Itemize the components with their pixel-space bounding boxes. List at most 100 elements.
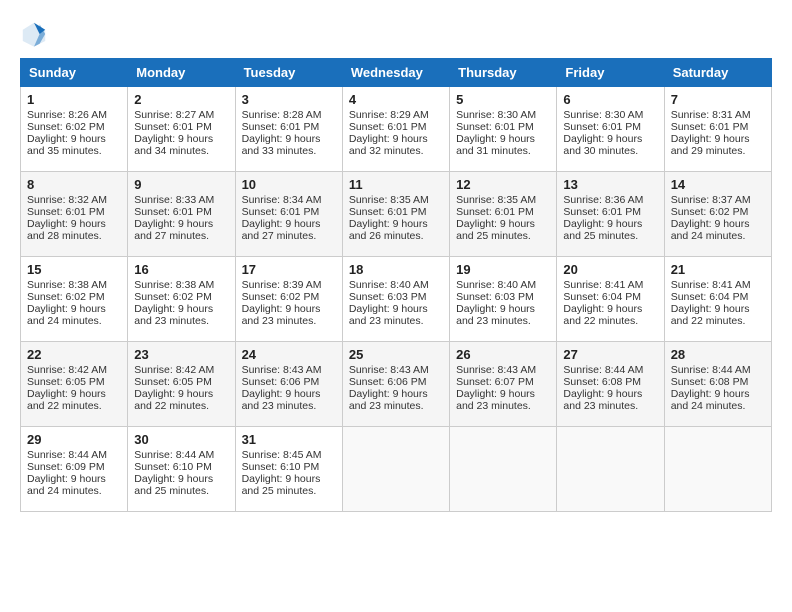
calendar-cell: [664, 427, 771, 512]
sunset: Sunset: 6:01 PM: [27, 206, 105, 218]
calendar-cell: 19Sunrise: 8:40 AMSunset: 6:03 PMDayligh…: [450, 257, 557, 342]
week-row-4: 22Sunrise: 8:42 AMSunset: 6:05 PMDayligh…: [21, 342, 772, 427]
day-number: 8: [27, 177, 121, 192]
calendar-cell: 4 Sunrise: 8:29 AMSunset: 6:01 PMDaylight…: [342, 87, 449, 172]
day-number: 4: [349, 92, 443, 107]
sunrise: Sunrise: 8:44 AM: [671, 364, 751, 376]
calendar-cell: 15Sunrise: 8:38 AMSunset: 6:02 PMDayligh…: [21, 257, 128, 342]
day-number: 21: [671, 262, 765, 277]
calendar-cell: 24 Sunrise: 8:43 AMSunset: 6:06 PMDayligh…: [235, 342, 342, 427]
sunrise: Sunrise: 8:37 AM: [671, 194, 751, 206]
sunset: Sunset: 6:08 PM: [671, 376, 749, 388]
sunset: Sunset: 6:01 PM: [134, 206, 212, 218]
logo-icon: [20, 20, 48, 48]
sunrise: Sunrise: 8:30 AM: [456, 109, 536, 121]
sunrise: Sunrise: 8:27 AM: [134, 109, 214, 121]
sunrise: Sunrise: 8:42 AM: [134, 364, 214, 376]
daylight: Daylight: 9 hours and 32 minutes.: [349, 133, 428, 157]
day-number: 14: [671, 177, 765, 192]
sunrise: Sunrise: 8:31 AM: [671, 109, 751, 121]
daylight: Daylight: 9 hours and 25 minutes.: [242, 473, 321, 497]
sunset: Sunset: 6:01 PM: [456, 121, 534, 133]
daylight: Daylight: 9 hours and 24 minutes.: [27, 303, 106, 327]
daylight: Daylight: 9 hours and 23 minutes.: [349, 303, 428, 327]
sunset: Sunset: 6:07 PM: [456, 376, 534, 388]
sunset: Sunset: 6:02 PM: [134, 291, 212, 303]
sunrise: Sunrise: 8:40 AM: [456, 279, 536, 291]
sunset: Sunset: 6:01 PM: [671, 121, 749, 133]
day-number: 22: [27, 347, 121, 362]
week-row-1: 1Sunrise: 8:26 AMSunset: 6:02 PMDaylight…: [21, 87, 772, 172]
sunrise: Sunrise: 8:28 AM: [242, 109, 322, 121]
sunrise: Sunrise: 8:43 AM: [456, 364, 536, 376]
calendar-cell: 5Sunrise: 8:30 AMSunset: 6:01 PMDaylight…: [450, 87, 557, 172]
calendar-header: SundayMondayTuesdayWednesdayThursdayFrid…: [21, 59, 772, 87]
daylight: Daylight: 9 hours and 22 minutes.: [563, 303, 642, 327]
calendar-cell: 10Sunrise: 8:34 AMSunset: 6:01 PMDayligh…: [235, 172, 342, 257]
daylight: Daylight: 9 hours and 22 minutes.: [27, 388, 106, 412]
day-number: 18: [349, 262, 443, 277]
sunrise: Sunrise: 8:43 AM: [242, 364, 322, 376]
calendar-cell: 30Sunrise: 8:44 AMSunset: 6:10 PMDayligh…: [128, 427, 235, 512]
sunset: Sunset: 6:03 PM: [349, 291, 427, 303]
sunrise: Sunrise: 8:41 AM: [563, 279, 643, 291]
day-number: 3: [242, 92, 336, 107]
calendar-cell: [450, 427, 557, 512]
day-number: 28: [671, 347, 765, 362]
daylight: Daylight: 9 hours and 23 minutes.: [242, 388, 321, 412]
sunset: Sunset: 6:01 PM: [242, 121, 320, 133]
day-number: 19: [456, 262, 550, 277]
sunset: Sunset: 6:01 PM: [134, 121, 212, 133]
sunset: Sunset: 6:02 PM: [671, 206, 749, 218]
day-number: 24: [242, 347, 336, 362]
sunrise: Sunrise: 8:38 AM: [134, 279, 214, 291]
sunrise: Sunrise: 8:26 AM: [27, 109, 107, 121]
sunrise: Sunrise: 8:36 AM: [563, 194, 643, 206]
calendar-cell: 13Sunrise: 8:36 AMSunset: 6:01 PMDayligh…: [557, 172, 664, 257]
sunset: Sunset: 6:06 PM: [242, 376, 320, 388]
sunrise: Sunrise: 8:45 AM: [242, 449, 322, 461]
sunrise: Sunrise: 8:44 AM: [27, 449, 107, 461]
daylight: Daylight: 9 hours and 25 minutes.: [456, 218, 535, 242]
day-number: 9: [134, 177, 228, 192]
day-number: 6: [563, 92, 657, 107]
calendar-cell: 8Sunrise: 8:32 AMSunset: 6:01 PMDaylight…: [21, 172, 128, 257]
header: [20, 20, 772, 48]
calendar-cell: 7Sunrise: 8:31 AMSunset: 6:01 PMDaylight…: [664, 87, 771, 172]
calendar-cell: 11Sunrise: 8:35 AMSunset: 6:01 PMDayligh…: [342, 172, 449, 257]
calendar-cell: 2Sunrise: 8:27 AMSunset: 6:01 PMDaylight…: [128, 87, 235, 172]
calendar-cell: 18Sunrise: 8:40 AMSunset: 6:03 PMDayligh…: [342, 257, 449, 342]
daylight: Daylight: 9 hours and 23 minutes.: [456, 388, 535, 412]
weekday-header-thursday: Thursday: [450, 59, 557, 87]
sunrise: Sunrise: 8:35 AM: [349, 194, 429, 206]
daylight: Daylight: 9 hours and 34 minutes.: [134, 133, 213, 157]
calendar-cell: 9Sunrise: 8:33 AMSunset: 6:01 PMDaylight…: [128, 172, 235, 257]
day-number: 15: [27, 262, 121, 277]
weekday-header-saturday: Saturday: [664, 59, 771, 87]
day-number: 17: [242, 262, 336, 277]
weekday-header-sunday: Sunday: [21, 59, 128, 87]
day-number: 1: [27, 92, 121, 107]
daylight: Daylight: 9 hours and 22 minutes.: [134, 388, 213, 412]
daylight: Daylight: 9 hours and 24 minutes.: [27, 473, 106, 497]
sunrise: Sunrise: 8:29 AM: [349, 109, 429, 121]
daylight: Daylight: 9 hours and 23 minutes.: [456, 303, 535, 327]
week-row-5: 29Sunrise: 8:44 AMSunset: 6:09 PMDayligh…: [21, 427, 772, 512]
sunset: Sunset: 6:02 PM: [242, 291, 320, 303]
sunrise: Sunrise: 8:44 AM: [134, 449, 214, 461]
day-number: 27: [563, 347, 657, 362]
sunset: Sunset: 6:04 PM: [671, 291, 749, 303]
day-number: 7: [671, 92, 765, 107]
calendar-cell: 3Sunrise: 8:28 AMSunset: 6:01 PMDaylight…: [235, 87, 342, 172]
sunset: Sunset: 6:02 PM: [27, 291, 105, 303]
sunset: Sunset: 6:01 PM: [242, 206, 320, 218]
calendar-cell: 16Sunrise: 8:38 AMSunset: 6:02 PMDayligh…: [128, 257, 235, 342]
sunrise: Sunrise: 8:34 AM: [242, 194, 322, 206]
weekday-row: SundayMondayTuesdayWednesdayThursdayFrid…: [21, 59, 772, 87]
sunrise: Sunrise: 8:43 AM: [349, 364, 429, 376]
weekday-header-wednesday: Wednesday: [342, 59, 449, 87]
daylight: Daylight: 9 hours and 28 minutes.: [27, 218, 106, 242]
sunset: Sunset: 6:01 PM: [349, 121, 427, 133]
day-number: 31: [242, 432, 336, 447]
daylight: Daylight: 9 hours and 23 minutes.: [242, 303, 321, 327]
